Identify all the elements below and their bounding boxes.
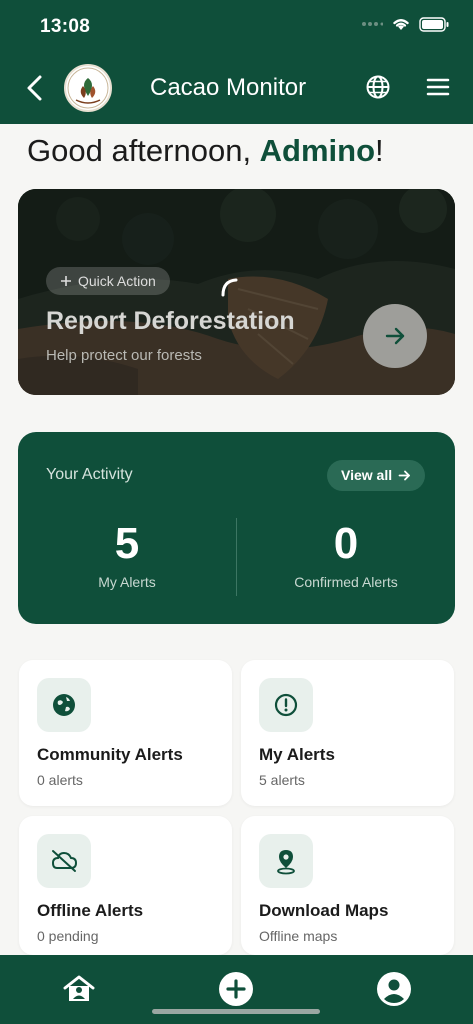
tile-title: My Alerts [259, 745, 335, 764]
status-bar: 13:08 [0, 0, 473, 52]
tile-subtitle: Offline maps [259, 928, 338, 944]
greeting-prefix: Good afternoon, [27, 133, 260, 168]
globe-icon [53, 694, 75, 716]
app-header: Cacao Monitor [0, 52, 473, 124]
home-indicator [152, 1009, 320, 1014]
greeting-username: Admino [259, 133, 376, 168]
nav-add[interactable] [218, 971, 254, 1007]
language-button[interactable] [365, 74, 393, 102]
tile-subtitle: 0 alerts [37, 772, 83, 788]
arrow-right-icon [398, 470, 411, 481]
view-all-label: View all [341, 467, 393, 483]
tile-my-alerts[interactable]: My Alerts 5 alerts [241, 660, 454, 806]
status-icons [361, 16, 449, 32]
tile-title: Download Maps [259, 901, 389, 920]
loading-spinner-icon [221, 278, 238, 297]
signal-icon [362, 22, 383, 26]
stat-my-alerts[interactable]: 5 My Alerts [18, 518, 236, 590]
app-logo [64, 64, 112, 112]
tile-icon-box [259, 834, 313, 888]
stat-value: 0 [333, 519, 359, 568]
arrow-right-icon [385, 327, 405, 345]
report-go-button[interactable] [363, 304, 427, 368]
stat-value: 5 [114, 519, 140, 568]
view-all-button[interactable]: View all [327, 460, 426, 491]
greeting-suffix: ! [375, 133, 384, 168]
greeting: Good afternoon, Admino! [27, 133, 384, 169]
tile-title: Community Alerts [37, 745, 183, 764]
plus-circle-icon [219, 972, 253, 1006]
quick-action-chip: Quick Action [46, 267, 170, 295]
user-circle-icon [377, 972, 411, 1006]
menu-button[interactable] [425, 75, 453, 101]
quick-action-label: Quick Action [78, 273, 156, 289]
report-deforestation-card[interactable]: Quick Action Report Deforestation Help p… [18, 189, 455, 395]
hamburger-icon [426, 78, 450, 96]
home-icon [63, 975, 95, 1001]
app-title: Cacao Monitor [150, 74, 307, 101]
tile-icon-box [259, 678, 313, 732]
globe-icon [366, 75, 390, 99]
stat-label: My Alerts [98, 574, 156, 590]
nav-profile[interactable] [376, 971, 412, 1007]
tile-subtitle: 5 alerts [259, 772, 305, 788]
stat-confirmed-alerts[interactable]: 0 Confirmed Alerts [237, 518, 455, 590]
chevron-left-icon [27, 75, 42, 101]
tile-subtitle: 0 pending [37, 928, 99, 944]
hero-title: Report Deforestation [46, 307, 295, 335]
activity-card: Your Activity View all 5 My Alerts 0 Con… [18, 432, 455, 624]
battery-icon [419, 16, 449, 32]
status-time: 13:08 [40, 16, 91, 37]
tile-icon-box [37, 834, 91, 888]
wifi-icon [393, 19, 409, 30]
nav-home[interactable] [61, 971, 97, 1007]
tile-community-alerts[interactable]: Community Alerts 0 alerts [19, 660, 232, 806]
tile-download-maps[interactable]: Download Maps Offline maps [241, 816, 454, 955]
activity-label: Your Activity [46, 466, 133, 483]
alert-circle-icon [274, 693, 298, 717]
cocoa-trust-logo [67, 67, 109, 109]
plus-icon [61, 276, 71, 286]
stat-label: Confirmed Alerts [294, 574, 398, 590]
tile-title: Offline Alerts [37, 901, 144, 920]
tile-icon-box [37, 678, 91, 732]
tile-offline-alerts[interactable]: Offline Alerts 0 pending [19, 816, 232, 955]
cloud-off-icon [51, 850, 78, 872]
map-pin-icon [277, 850, 295, 875]
hero-subtitle: Help protect our forests [46, 347, 202, 364]
back-button[interactable] [22, 72, 50, 104]
